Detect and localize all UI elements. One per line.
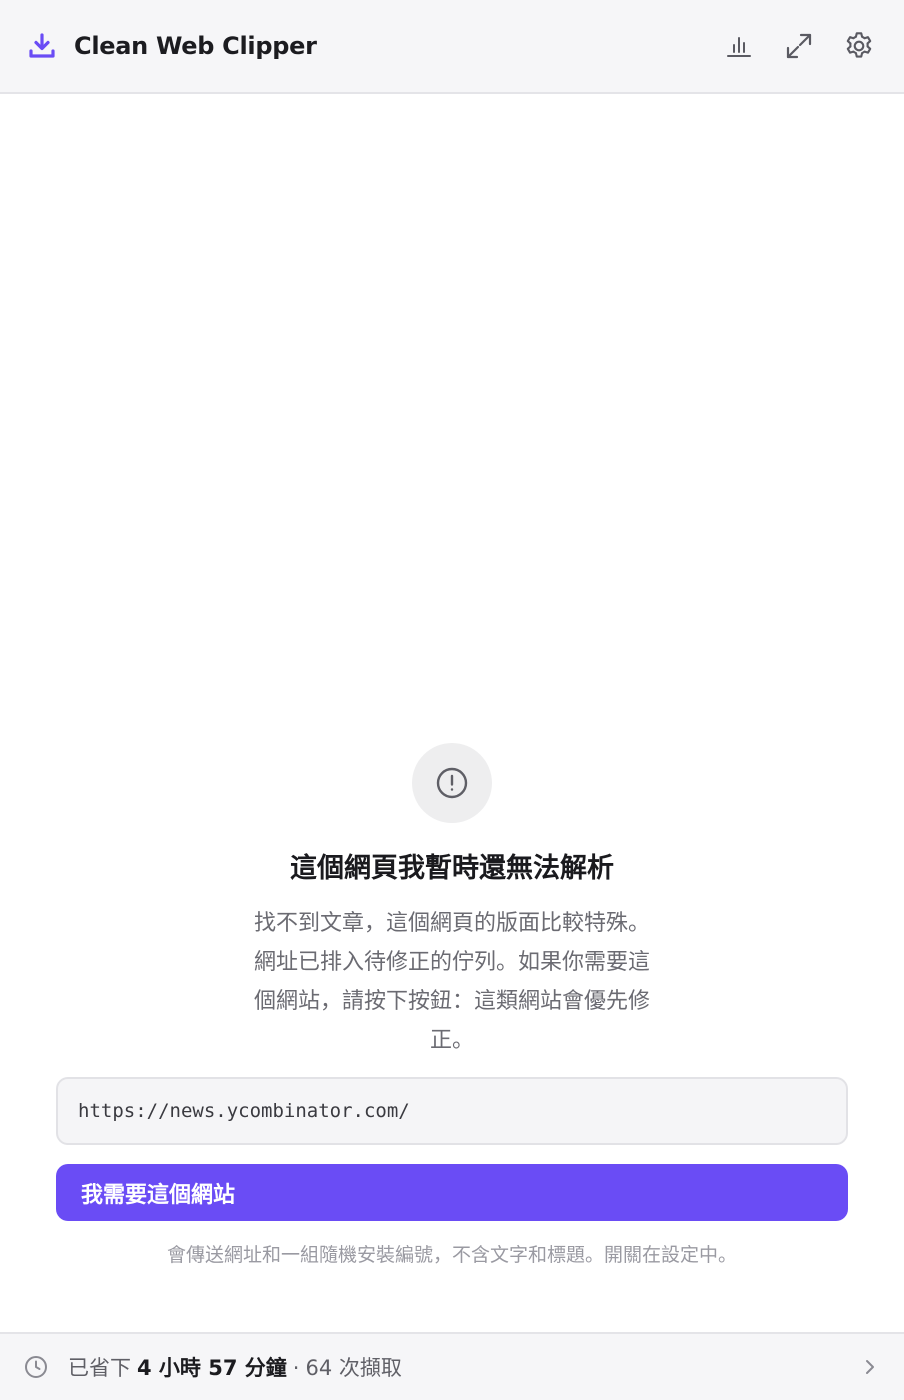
app-title: Clean Web Clipper: [74, 32, 317, 60]
stats-prefix: 已省下: [68, 1356, 131, 1380]
chevron-right-icon[interactable]: [860, 1357, 880, 1377]
description-line: 網址已排入待修正的佇列。如果你需要這: [253, 950, 650, 975]
alert-circle-icon: [435, 766, 469, 800]
description-line: 個網站，請按下按鈕：這類網站會優先修: [253, 989, 650, 1014]
clip-count: 64 次擷取: [305, 1356, 402, 1380]
stats-footer[interactable]: 已省下 4 小時 57 分鐘 · 64 次擷取: [0, 1332, 904, 1400]
expand-icon[interactable]: [782, 29, 816, 63]
clock-icon: [24, 1355, 48, 1379]
brand: Clean Web Clipper: [28, 32, 317, 60]
privacy-note: 會傳送網址和一組隨機安裝編號，不含文字和標題。開關在設定中。: [166, 1244, 737, 1266]
bar-chart-icon[interactable]: [722, 29, 756, 63]
description-line: 正。: [429, 1028, 474, 1053]
alert-badge: [412, 743, 492, 823]
stats-text: 已省下 4 小時 57 分鐘 · 64 次擷取: [68, 1352, 402, 1382]
header-actions: [722, 29, 876, 63]
description-line: 找不到文章，這個網頁的版面比較特殊。: [253, 911, 650, 936]
time-saved: 4 小時 57 分鐘: [137, 1356, 287, 1380]
request-site-button[interactable]: 我需要這個網站: [56, 1164, 848, 1221]
error-description: 找不到文章，這個網頁的版面比較特殊。 網址已排入待修正的佇列。如果你需要這 個網…: [222, 904, 682, 1060]
error-title: 這個網頁我暫時還無法解析: [290, 853, 614, 884]
download-icon: [28, 32, 56, 60]
stats-separator: ·: [292, 1356, 300, 1380]
url-field[interactable]: https://news.ycombinator.com/: [56, 1077, 848, 1145]
main-content: 這個網頁我暫時還無法解析 找不到文章，這個網頁的版面比較特殊。 網址已排入待修正…: [0, 94, 904, 1332]
gear-icon[interactable]: [842, 29, 876, 63]
app-header: Clean Web Clipper: [0, 0, 904, 94]
